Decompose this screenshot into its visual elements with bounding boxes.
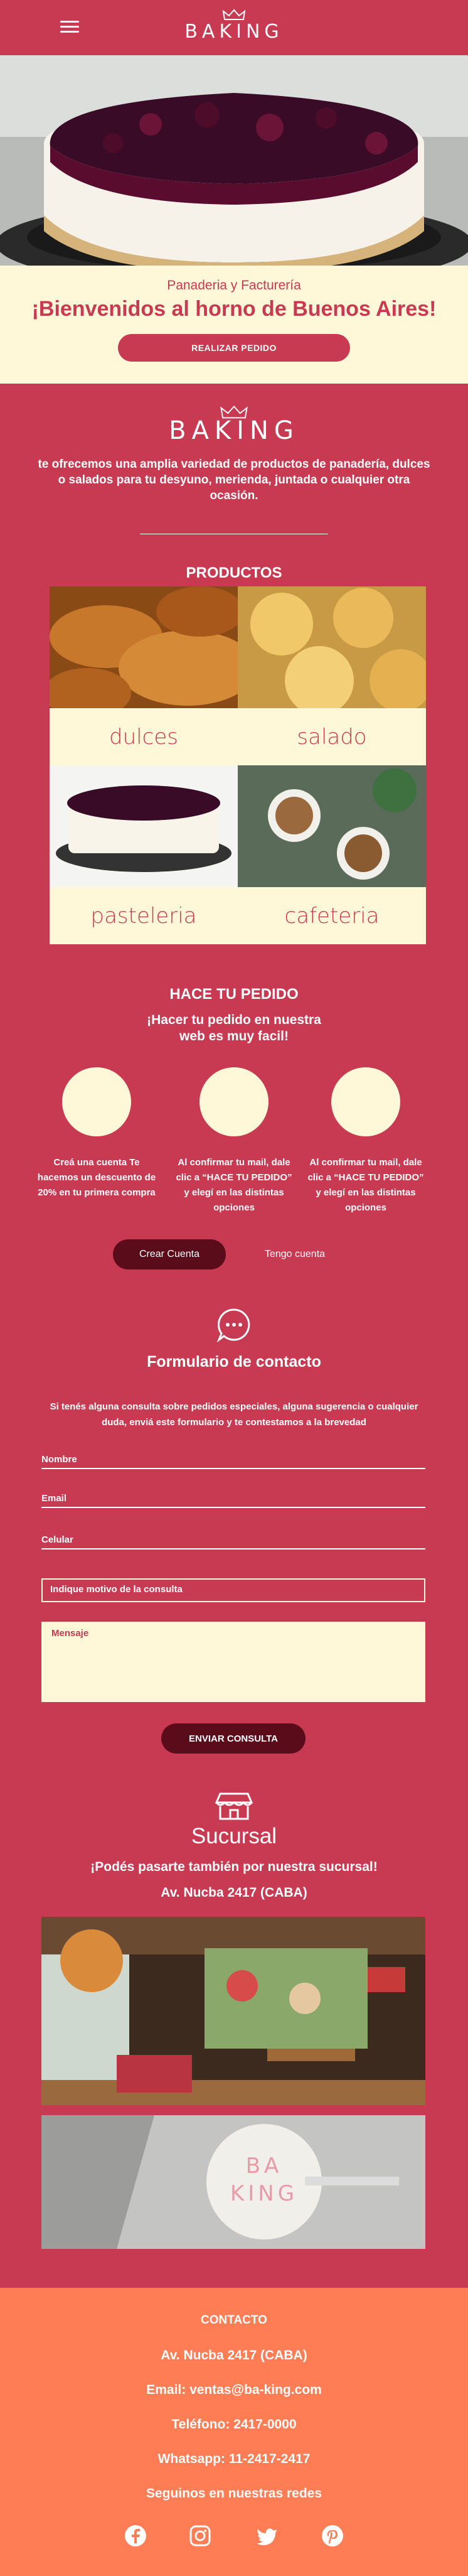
instagram-icon[interactable]: [188, 2524, 212, 2548]
store-sign-image: BA KING: [41, 2115, 425, 2249]
chat-icon: [216, 1308, 250, 1342]
order-lead: ¡Hacer tu pedido en nuestra web es muy f…: [147, 1013, 321, 1043]
logo-text: BAKING: [184, 21, 284, 43]
send-inquiry-button[interactable]: ENVIAR CONSULTA: [161, 1723, 306, 1754]
contact-form-title: Formulario de contacto: [147, 1353, 321, 1371]
hero-subtitle: Panaderia y Facturería: [167, 278, 301, 293]
name-field[interactable]: [41, 1450, 425, 1469]
pinterest-icon[interactable]: [321, 2524, 344, 2548]
cake-image: [50, 765, 238, 887]
sign-text-bottom: KING: [230, 2181, 298, 2206]
coffee-image: [238, 765, 426, 887]
product-card-cafeteria[interactable]: cafeteria: [238, 765, 426, 944]
products-grid: dulces salado pasteleria cafeteria: [50, 586, 426, 944]
product-label: cafeteria: [284, 903, 380, 929]
product-card-dulces[interactable]: dulces: [50, 586, 238, 765]
step-circle: [62, 1067, 131, 1136]
contact-form-description: Si tenés alguna consulta sobre pedidos e…: [50, 1401, 418, 1428]
footer-whatsapp[interactable]: Whatsapp: 11-2417-2417: [0, 2452, 468, 2467]
twitter-icon[interactable]: [255, 2524, 279, 2548]
step-text: Creá una cuenta Te hacemos un descuento …: [37, 1157, 156, 1198]
store-interior-image: [41, 1917, 425, 2105]
step-circle: [331, 1067, 400, 1136]
about-logo-text: BAKING: [169, 416, 299, 445]
branch-address: Av. Nucba 2417 (CABA): [161, 1885, 307, 1900]
branch-subtitle: ¡Podés pasarte también por nuestra sucur…: [90, 1860, 378, 1874]
make-order-button[interactable]: REALIZAR PEDIDO: [118, 334, 350, 362]
hero-title: ¡Bienvenidos al horno de Buenos Aires!: [31, 297, 437, 321]
welcome-banner: Panaderia y Facturería ¡Bienvenidos al h…: [0, 266, 468, 384]
croissant-image: [50, 586, 238, 708]
product-label: dulces: [109, 724, 178, 750]
footer: CONTACTO Av. Nucba 2417 (CABA) Email: ve…: [0, 2288, 468, 2576]
footer-title: CONTACTO: [201, 2314, 267, 2327]
step-circle: [199, 1067, 269, 1136]
about-section: BAKING te ofrecemos una amplia variedad …: [0, 384, 468, 582]
about-text: te ofrecemos una amplia variedad de prod…: [38, 458, 430, 502]
products-title: PRODUCTOS: [186, 564, 282, 581]
order-section: HACE TU PEDIDO ¡Hacer tu pedido en nuest…: [0, 986, 468, 1045]
footer-phone: Teléfono: 2417-0000: [171, 2417, 297, 2432]
product-label: pasteleria: [90, 903, 197, 929]
message-field[interactable]: [41, 1622, 425, 1702]
have-account-button[interactable]: Tengo cuenta: [238, 1239, 351, 1269]
cheese-bread-image: [238, 586, 426, 708]
facebook-icon[interactable]: [124, 2524, 147, 2548]
branch-title: Sucursal: [191, 1824, 277, 1848]
product-label: salado: [297, 724, 367, 750]
product-card-pasteleria[interactable]: pasteleria: [50, 765, 238, 944]
create-account-button[interactable]: Crear Cuenta: [113, 1239, 226, 1269]
step-text: Al confirmar tu mail, dale clic a “HACE …: [307, 1157, 424, 1213]
hero-cheesecake-image: [0, 55, 468, 266]
header-logo[interactable]: BAKING: [0, 9, 468, 43]
reason-select[interactable]: Indique motivo de la consulta: [41, 1578, 425, 1602]
top-nav: BAKING: [0, 0, 468, 55]
footer-social-title: Seguinos en nuestras redes: [146, 2486, 322, 2501]
page: BAKING Panaderia y Facturería ¡Bienvenid…: [0, 0, 468, 2576]
sign-text-top: BA: [246, 2153, 283, 2179]
step-text: Al confirmar tu mail, dale clic a “HACE …: [176, 1157, 292, 1213]
footer-email[interactable]: Email: ventas@ba-king.com: [0, 2383, 468, 2398]
product-card-salado[interactable]: salado: [238, 586, 426, 765]
email-field[interactable]: [41, 1489, 425, 1508]
order-title: HACE TU PEDIDO: [169, 986, 299, 1003]
footer-address: Av. Nucba 2417 (CABA): [161, 2348, 307, 2363]
store-icon: [215, 1792, 253, 1820]
phone-field[interactable]: [41, 1531, 425, 1549]
crown-icon: [222, 9, 246, 20]
